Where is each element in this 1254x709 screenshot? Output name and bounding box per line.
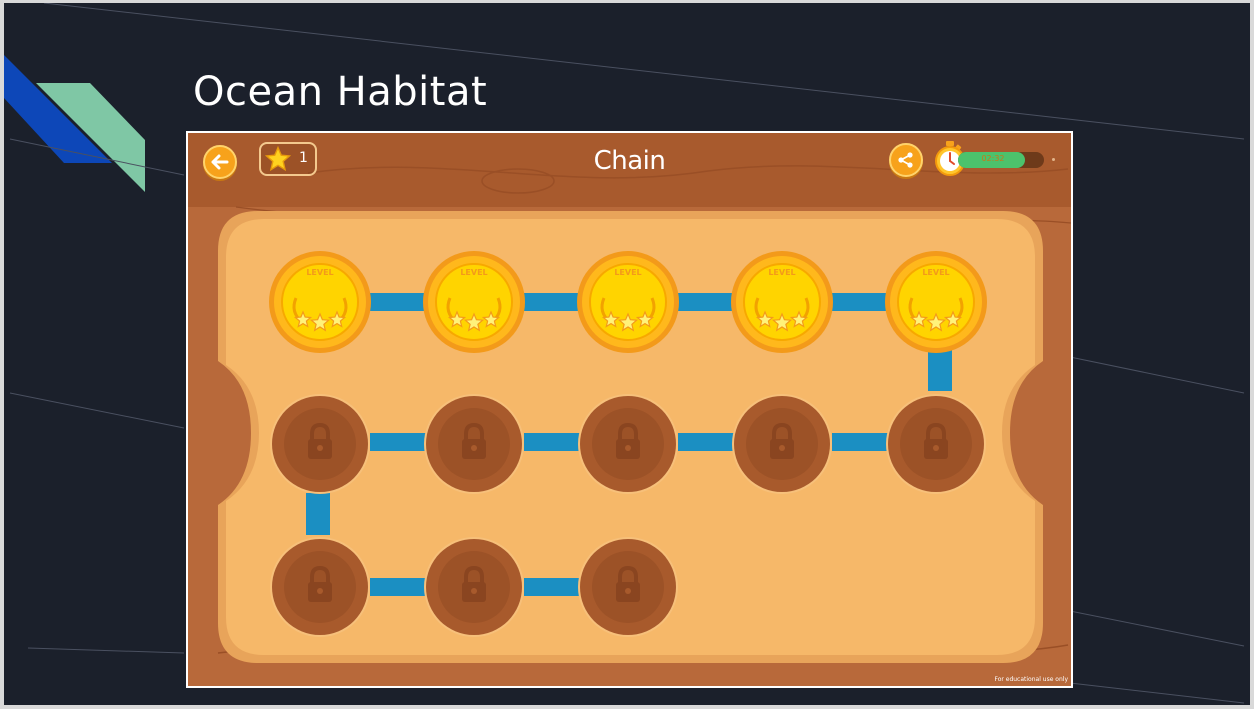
connector (370, 433, 426, 451)
level-button-locked[interactable] (884, 392, 988, 496)
connector (524, 433, 580, 451)
deco-line (1069, 682, 1245, 704)
lock-icon (270, 394, 370, 494)
level-button-locked[interactable] (268, 392, 372, 496)
deco-line (1069, 356, 1245, 394)
lock-icon (578, 537, 678, 637)
connector (370, 293, 426, 311)
level-button-locked[interactable] (576, 535, 680, 639)
gold-medal-icon (731, 251, 833, 353)
slide-title: Ocean Habitat (193, 69, 488, 115)
level-button-completed[interactable]: LEVEL (730, 250, 834, 354)
lock-icon (732, 394, 832, 494)
connector (524, 293, 580, 311)
level-button-locked[interactable] (422, 392, 526, 496)
lock-icon (578, 394, 678, 494)
deco-line (9, 138, 185, 176)
deco-line (9, 392, 185, 429)
gold-medal-icon (423, 251, 525, 353)
connector (524, 578, 580, 596)
level-button-locked[interactable] (268, 535, 372, 639)
connector (306, 493, 330, 535)
level-label: LEVEL (614, 268, 642, 277)
gold-medal-icon (269, 251, 371, 353)
timer-text: 02:32 (981, 154, 1005, 163)
level-button-locked[interactable] (576, 392, 680, 496)
game-screenshot: 1 Chain 02:32 LEVEL LEVEL LEVEL LEVEL LEV (186, 131, 1073, 688)
connector (832, 433, 888, 451)
connector (832, 293, 888, 311)
level-label: LEVEL (922, 268, 950, 277)
connector (678, 433, 734, 451)
level-button-completed[interactable]: LEVEL (268, 250, 372, 354)
timer-bar: 02:32 (958, 152, 1044, 168)
lock-icon (424, 394, 524, 494)
deco-line (27, 647, 185, 654)
share-icon (898, 152, 913, 168)
level-button-completed[interactable]: LEVEL (884, 250, 988, 354)
gold-medal-icon (885, 251, 987, 353)
slide: Ocean Habitat 1 Chain 02:32 LEVEL LEVEL … (4, 3, 1250, 705)
connector (678, 293, 734, 311)
lock-icon (424, 537, 524, 637)
deco-line (1069, 610, 1245, 647)
level-button-completed[interactable]: LEVEL (422, 250, 526, 354)
level-button-completed[interactable]: LEVEL (576, 250, 680, 354)
level-button-locked[interactable] (730, 392, 834, 496)
lock-icon (270, 537, 370, 637)
level-label: LEVEL (306, 268, 334, 277)
gold-medal-icon (577, 251, 679, 353)
timer-dot (1052, 158, 1055, 161)
level-label: LEVEL (460, 268, 488, 277)
footer-note: For educational use only (994, 676, 1068, 683)
connector (928, 349, 952, 391)
share-button[interactable] (889, 143, 923, 177)
level-button-locked[interactable] (422, 535, 526, 639)
level-label: LEVEL (768, 268, 796, 277)
lock-icon (886, 394, 986, 494)
connector (370, 578, 426, 596)
